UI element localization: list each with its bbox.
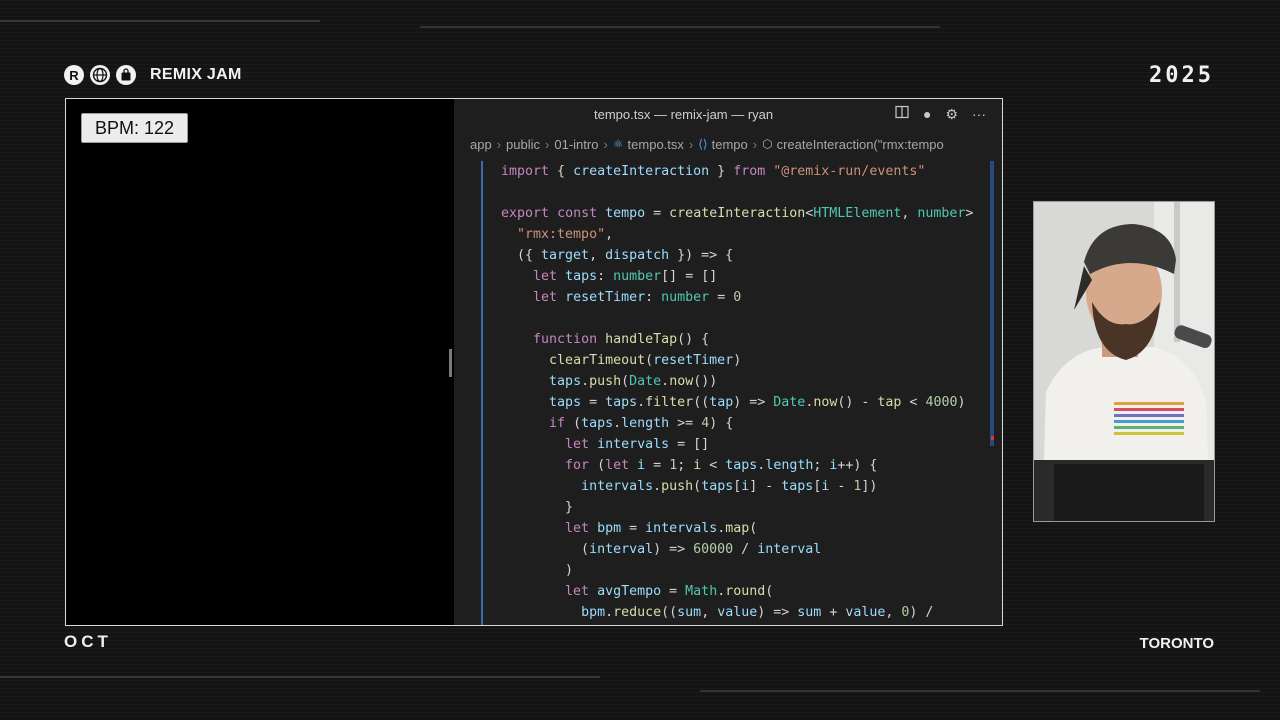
code-line: for (let i = 1; i < taps.length; i++) { <box>565 458 878 473</box>
chevron-right-icon: › <box>688 136 694 152</box>
editor-scrollbar[interactable] <box>990 161 994 446</box>
indent-guide <box>481 161 483 625</box>
code-line: ({ target, dispatch }) => { <box>501 248 734 263</box>
breadcrumb: app › public › 01-intro › ⚛ tempo.tsx › … <box>454 133 1002 155</box>
decorative-streak <box>0 676 600 678</box>
code-line: clearTimeout(resetTimer) <box>549 353 742 368</box>
code-line: let bpm = intervals.map( <box>565 521 758 536</box>
variable-icon: ⟨⟩ <box>698 137 708 151</box>
app-preview: BPM: 122 <box>66 99 454 625</box>
globe-icon <box>90 65 110 85</box>
event-city: TORONTO <box>1139 635 1214 652</box>
breadcrumb-item-file[interactable]: tempo.tsx <box>628 137 684 152</box>
code-line: import { createInteraction } from "@remi… <box>501 164 926 179</box>
decorative-streak <box>420 26 940 28</box>
unsaved-dot-icon[interactable]: ● <box>923 106 931 122</box>
code-line: (interval) => 60000 / interval <box>501 542 822 557</box>
method-cube-icon: ⬡ <box>762 137 773 151</box>
breadcrumb-item-public[interactable]: public <box>506 137 540 152</box>
bpm-button[interactable]: BPM: 122 <box>81 113 188 143</box>
code-line: taps = taps.filter((tap) => Date.now() -… <box>549 395 966 410</box>
editor-titlebar: tempo.tsx — remix-jam — ryan ● ⚙ ··· <box>454 99 1002 129</box>
speaker-photo <box>1034 202 1214 521</box>
code-area[interactable]: import { createInteraction } from "@remi… <box>454 161 1002 625</box>
gear-icon[interactable]: ⚙ <box>945 106 958 122</box>
breadcrumb-item-symbol[interactable]: tempo <box>712 137 748 152</box>
code-line: taps.push(Date.now()) <box>549 374 718 389</box>
decorative-streak <box>700 690 1260 692</box>
error-marker <box>991 436 994 440</box>
code-line: let taps: number[] = [] <box>533 269 718 284</box>
code-line: bpm.reduce((sum, value) => sum + value, … <box>581 605 934 620</box>
code-line: let resetTimer: number = 0 <box>533 290 742 305</box>
chevron-right-icon: › <box>496 136 502 152</box>
code-line: function handleTap() { <box>533 332 710 347</box>
chevron-right-icon: › <box>603 136 608 152</box>
pane-resize-handle[interactable] <box>449 349 452 377</box>
code-line: export const tempo = createInteraction<H… <box>501 206 974 221</box>
breadcrumb-item-intro[interactable]: 01-intro <box>554 137 598 152</box>
breadcrumb-item-app[interactable]: app <box>470 137 492 152</box>
event-month: OCT <box>64 632 112 651</box>
remix-r-icon: R <box>64 65 84 85</box>
event-year: 2025 <box>1149 62 1214 88</box>
code-line: "rmx:tempo", <box>517 227 614 242</box>
presentation-screen: BPM: 122 tempo.tsx — remix-jam — ryan ● … <box>65 98 1003 626</box>
code-line: ) <box>501 563 574 578</box>
chevron-right-icon: › <box>545 136 550 152</box>
speaker-camera-feed <box>1033 201 1215 522</box>
brand-name: REMIX JAM <box>150 66 242 83</box>
code-line: if (taps.length >= 4) { <box>549 416 734 431</box>
shopify-bag-icon <box>116 65 136 85</box>
code-line: let avgTempo = Math.round( <box>565 584 774 599</box>
chevron-right-icon: › <box>752 136 758 152</box>
split-editor-icon[interactable] <box>895 105 909 122</box>
event-brand: R REMIX JAM <box>64 64 242 86</box>
decorative-streak <box>0 20 320 22</box>
breadcrumb-item-call[interactable]: createInteraction("rmx:tempo <box>777 137 944 152</box>
more-icon[interactable]: ··· <box>972 106 986 122</box>
react-icon: ⚛ <box>612 137 624 151</box>
window-title: tempo.tsx — remix-jam — ryan <box>594 107 774 122</box>
code-editor: tempo.tsx — remix-jam — ryan ● ⚙ ··· app… <box>454 99 1002 625</box>
code-line: intervals.push(taps[i] - taps[i - 1]) <box>581 479 878 494</box>
code-line: } <box>501 500 574 515</box>
code-line: let intervals = [] <box>565 437 710 452</box>
